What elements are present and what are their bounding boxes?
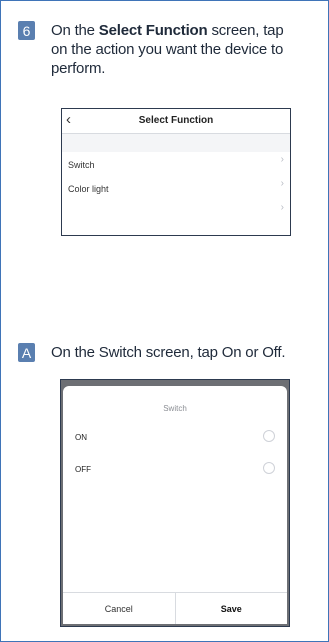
chevron-right-icon: › bbox=[280, 154, 284, 165]
chevron-right-icon: › bbox=[280, 178, 284, 189]
step-6: 6 On the Select Function screen, tap on … bbox=[18, 21, 301, 78]
radio-button[interactable] bbox=[263, 462, 275, 474]
function-row-switch[interactable]: Switch › bbox=[62, 152, 290, 176]
save-button[interactable]: Save bbox=[176, 593, 288, 624]
step-badge: A bbox=[18, 343, 35, 362]
option-off[interactable]: OFF bbox=[63, 459, 287, 483]
row-label: Switch bbox=[68, 160, 95, 170]
radio-button[interactable] bbox=[263, 430, 275, 442]
row-label: Color light bbox=[68, 184, 109, 194]
function-row-empty[interactable]: › bbox=[62, 200, 290, 224]
function-row-color-light[interactable]: Color light › bbox=[62, 176, 290, 200]
dialog-title: Switch bbox=[163, 404, 187, 413]
switch-dialog: Switch ON OFF Cancel Save bbox=[63, 386, 287, 624]
instruction-text-bold: Select Function bbox=[98, 22, 208, 39]
option-label: ON bbox=[75, 433, 87, 442]
instruction-text-before: On the bbox=[51, 22, 99, 39]
option-on[interactable]: ON bbox=[63, 427, 287, 451]
section-gap bbox=[62, 134, 290, 152]
step-a: A On the Switch screen, tap On or Off. bbox=[18, 343, 311, 362]
option-label: OFF bbox=[75, 465, 91, 474]
step-instruction: On the Select Function screen, tap on th… bbox=[51, 21, 301, 78]
select-function-screen: ‹ Select Function Switch › Color light ›… bbox=[61, 108, 291, 236]
step-badge: 6 bbox=[18, 21, 35, 40]
screen-header: ‹ Select Function bbox=[62, 109, 290, 134]
cancel-button[interactable]: Cancel bbox=[63, 593, 176, 624]
screen-title: Select Function bbox=[138, 115, 214, 126]
switch-screen: Switch ON OFF Cancel Save bbox=[60, 379, 290, 627]
chevron-right-icon: › bbox=[280, 202, 284, 213]
step-instruction: On the Switch screen, tap On or Off. bbox=[51, 344, 286, 361]
dialog-footer: Cancel Save bbox=[63, 592, 287, 624]
